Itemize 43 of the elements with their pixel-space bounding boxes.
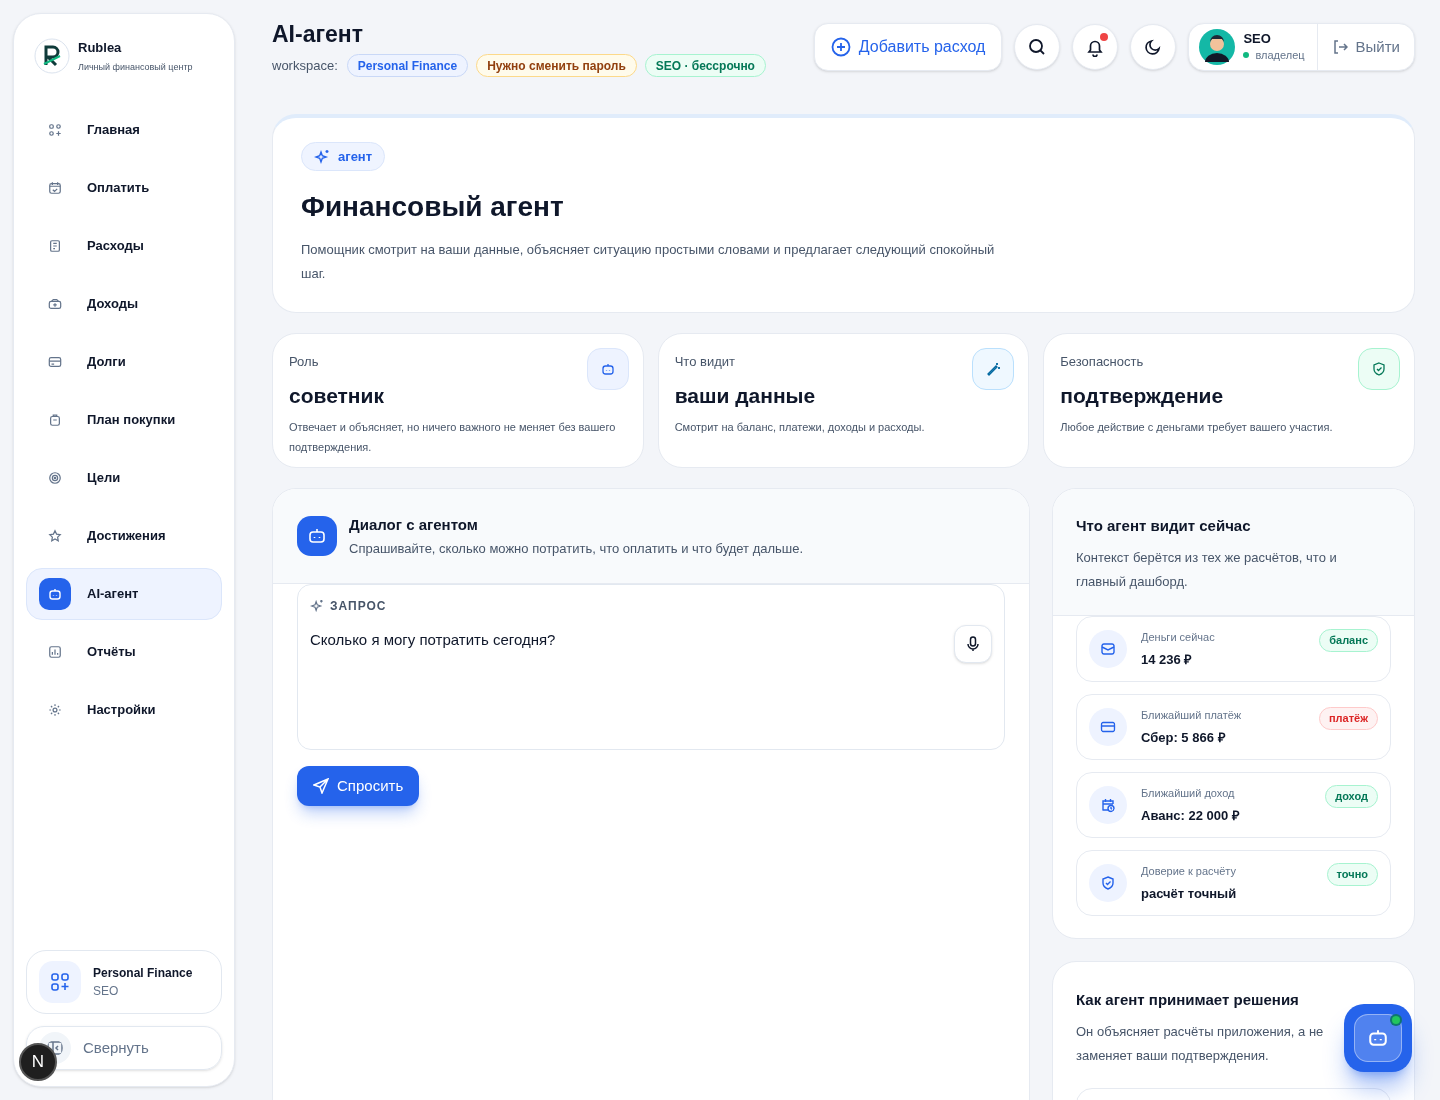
agent-badge: агент bbox=[301, 142, 386, 171]
context-value: расчёт точный bbox=[1141, 884, 1237, 903]
context-label: Ближайший платёж bbox=[1141, 708, 1242, 723]
hero-title: Финансовый агент bbox=[301, 189, 565, 224]
decisions-description: Он объясняет расчёты приложения, а не заменяет ваши подтверждения. bbox=[1076, 1022, 1325, 1065]
query-label: ЗАПРОС bbox=[330, 598, 387, 615]
status-tag: платёж bbox=[1318, 707, 1378, 730]
context-label: Ближайший доход bbox=[1141, 786, 1236, 801]
workspace-name: Personal Finance bbox=[93, 965, 193, 982]
decisions-title: Как агент принимает решения bbox=[1076, 990, 1300, 1010]
chat-title: Диалог с агентом bbox=[349, 514, 479, 535]
chat-subtitle: Спрашивайте, сколько можно потратить, что оплатить и что будет дальше. bbox=[349, 540, 804, 558]
workspace-role: SEO bbox=[93, 983, 120, 1000]
context-label: Деньги сейчас bbox=[1141, 630, 1215, 645]
stat-description: Отвечает и объясняет, но ничего важного не меняет без вашего подтверждения. bbox=[289, 420, 617, 455]
workspace-label: workspace: bbox=[272, 56, 338, 75]
brand-name: Rublea bbox=[78, 39, 123, 57]
workspace-tag: SEO · бессрочно bbox=[644, 54, 766, 77]
stat-label: Что видит bbox=[674, 353, 736, 371]
stat-label: Безопасность bbox=[1060, 353, 1145, 371]
workspace-tag: Нужно сменить пароль bbox=[476, 54, 637, 77]
user-name: SEO bbox=[1243, 30, 1272, 47]
context-value: Сбер: 5 866 ₽ bbox=[1141, 728, 1227, 747]
stat-description: Смотрит на баланс, платежи, доходы и расходы. bbox=[674, 420, 926, 435]
context-value: Аванс: 22 000 ₽ bbox=[1141, 806, 1240, 825]
user-role: владелец bbox=[1255, 47, 1305, 63]
context-subtitle: Контекст берётся из тех же расчётов, что и главный дашборд. bbox=[1076, 548, 1338, 591]
query-text: Сколько я могу потратить сегодня? bbox=[310, 630, 557, 650]
stat-value: подтверждение bbox=[1060, 382, 1225, 409]
brand-tagline: Личный финансовый центр bbox=[78, 60, 193, 74]
context-title: Что агент видит сейчас bbox=[1076, 516, 1252, 536]
stat-value: советник bbox=[289, 382, 385, 409]
stat-description: Любое действие с деньгами требует вашего участия. bbox=[1060, 420, 1334, 435]
stat-value: ваши данные bbox=[674, 382, 817, 409]
stat-label: Роль bbox=[289, 353, 320, 371]
context-label: Доверие к расчёту bbox=[1141, 864, 1237, 879]
status-tag: баланс bbox=[1319, 629, 1378, 652]
status-tag: доход bbox=[1325, 785, 1378, 808]
hero-description: Помощник смотрит на ваши данные, объясняет ситуацию простыми словами и предлагает следующий спокойный шаг. bbox=[301, 240, 996, 283]
page-title: AI-агент bbox=[272, 20, 364, 49]
context-value: 14 236 ₽ bbox=[1141, 650, 1194, 669]
workspace-tag: Personal Finance bbox=[346, 54, 469, 77]
status-tag: точно bbox=[1326, 863, 1378, 886]
